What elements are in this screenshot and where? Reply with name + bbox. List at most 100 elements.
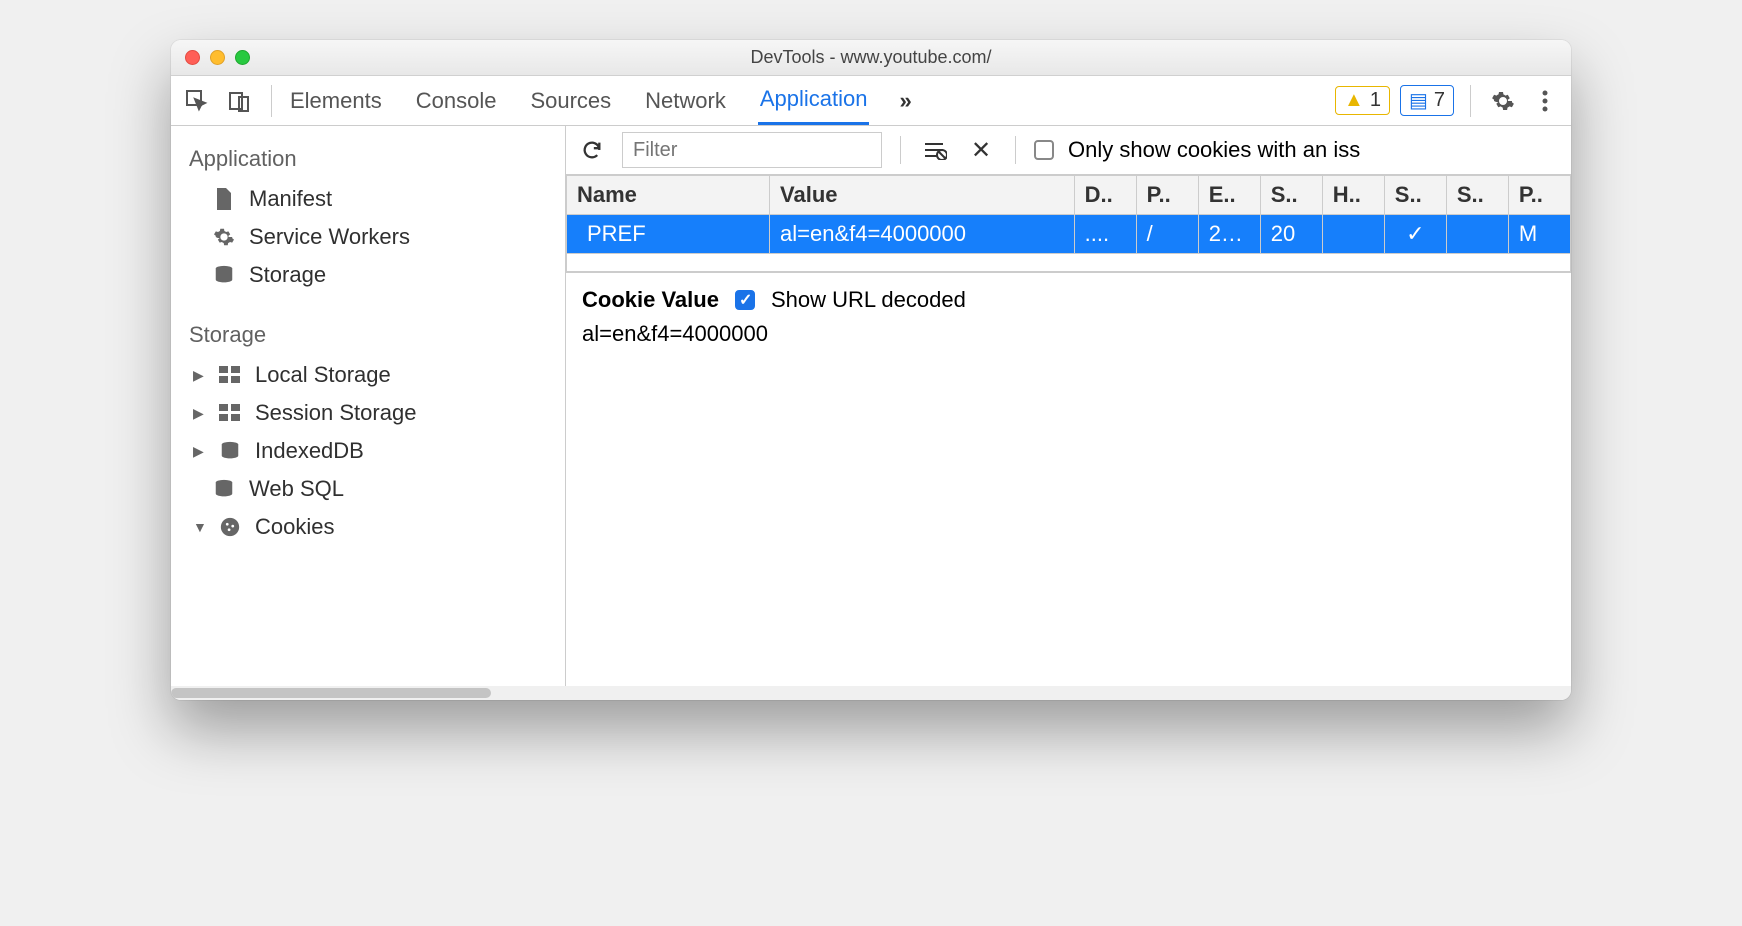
separator	[271, 85, 272, 117]
table-icon	[217, 404, 243, 422]
devtools-window: DevTools - www.youtube.com/ Elements Con…	[171, 40, 1571, 700]
sidebar-item-label: Storage	[249, 262, 326, 288]
only-issues-checkbox[interactable]	[1034, 140, 1054, 160]
separator	[900, 136, 901, 164]
horizontal-scrollbar[interactable]	[171, 686, 1571, 700]
sidebar-item-label: Cookies	[255, 514, 334, 540]
tab-elements[interactable]: Elements	[288, 78, 384, 124]
sidebar-item-cookies[interactable]: ▼ Cookies	[171, 508, 565, 546]
warning-icon: ▲	[1344, 89, 1364, 112]
sidebar-item-label: Local Storage	[255, 362, 391, 388]
cell-path: /	[1136, 215, 1198, 254]
clear-all-button[interactable]	[919, 134, 951, 166]
tab-console[interactable]: Console	[414, 78, 499, 124]
col-path[interactable]: P..	[1136, 176, 1198, 215]
table-row-empty	[567, 254, 1571, 272]
cookie-toolbar: ✕ Only show cookies with an iss	[566, 126, 1571, 175]
separator	[1470, 85, 1471, 117]
cell-value: al=en&f4=4000000	[770, 215, 1075, 254]
col-priority[interactable]: P..	[1508, 176, 1570, 215]
col-httponly[interactable]: H..	[1322, 176, 1384, 215]
url-decode-label: Show URL decoded	[771, 287, 966, 313]
cookie-value-text: al=en&f4=4000000	[582, 321, 1555, 347]
database-icon	[211, 264, 237, 286]
cookies-table: Name Value D.. P.. E.. S.. H.. S.. S.. P…	[566, 175, 1571, 273]
chevron-right-icon: ▶	[193, 367, 205, 384]
message-count: 7	[1434, 89, 1445, 112]
sidebar-item-websql[interactable]: Web SQL	[171, 470, 565, 508]
warnings-badge[interactable]: ▲ 1	[1335, 86, 1390, 115]
scrollbar-thumb[interactable]	[171, 688, 491, 698]
sidebar-section-application: Application	[171, 138, 565, 180]
delete-button[interactable]: ✕	[965, 134, 997, 166]
warning-count: 1	[1370, 89, 1381, 112]
chevron-right-icon: ▶	[193, 443, 205, 460]
cell-name: PREF	[567, 215, 770, 254]
refresh-button[interactable]	[576, 134, 608, 166]
sidebar-item-indexeddb[interactable]: ▶ IndexedDB	[171, 432, 565, 470]
sidebar-item-manifest[interactable]: Manifest	[171, 180, 565, 218]
application-sidebar: Application Manifest Service Workers Sto…	[171, 126, 566, 686]
table-icon	[217, 366, 243, 384]
col-domain[interactable]: D..	[1074, 176, 1136, 215]
filter-input[interactable]	[622, 132, 882, 168]
tab-application[interactable]: Application	[758, 76, 870, 125]
window-title: DevTools - www.youtube.com/	[750, 47, 991, 68]
messages-badge[interactable]: ▤ 7	[1400, 85, 1454, 116]
col-size[interactable]: S..	[1260, 176, 1322, 215]
traffic-lights	[185, 50, 250, 65]
col-secure[interactable]: S..	[1384, 176, 1446, 215]
cell-http	[1322, 215, 1384, 254]
sidebar-item-local-storage[interactable]: ▶ Local Storage	[171, 356, 565, 394]
sidebar-item-service-workers[interactable]: Service Workers	[171, 218, 565, 256]
message-icon: ▤	[1409, 88, 1428, 113]
col-expires[interactable]: E..	[1198, 176, 1260, 215]
cookie-icon	[217, 516, 243, 538]
fullscreen-window-button[interactable]	[235, 50, 250, 65]
tab-sources[interactable]: Sources	[528, 78, 613, 124]
sidebar-item-label: IndexedDB	[255, 438, 364, 464]
cookie-details: Cookie Value Show URL decoded al=en&f4=4…	[566, 273, 1571, 361]
cell-domain: ....	[1074, 215, 1136, 254]
main-panel: ✕ Only show cookies with an iss Name Val…	[566, 126, 1571, 686]
content-area: Application Manifest Service Workers Sto…	[171, 126, 1571, 686]
table-row[interactable]: PREF al=en&f4=4000000 .... / 2… 20 ✓ M	[567, 215, 1571, 254]
separator	[1015, 136, 1016, 164]
chevron-right-icon: ▶	[193, 405, 205, 422]
cell-expires: 2…	[1198, 215, 1260, 254]
minimize-window-button[interactable]	[210, 50, 225, 65]
col-name[interactable]: Name	[567, 176, 770, 215]
sidebar-item-label: Session Storage	[255, 400, 416, 426]
cell-priority: M	[1508, 215, 1570, 254]
main-toolbar: Elements Console Sources Network Applica…	[171, 76, 1571, 126]
sidebar-item-label: Manifest	[249, 186, 332, 212]
url-decode-checkbox[interactable]	[735, 290, 755, 310]
cell-size: 20	[1260, 215, 1322, 254]
sidebar-item-session-storage[interactable]: ▶ Session Storage	[171, 394, 565, 432]
tab-network[interactable]: Network	[643, 78, 728, 124]
col-value[interactable]: Value	[770, 176, 1075, 215]
database-icon	[211, 478, 237, 500]
more-options-icon[interactable]	[1529, 85, 1561, 117]
panel-tabs: Elements Console Sources Network Applica…	[288, 76, 1325, 125]
sidebar-item-label: Service Workers	[249, 224, 410, 250]
close-window-button[interactable]	[185, 50, 200, 65]
inspect-element-icon[interactable]	[181, 85, 213, 117]
sidebar-item-storage[interactable]: Storage	[171, 256, 565, 294]
more-tabs-button[interactable]: »	[899, 88, 911, 114]
table-header-row: Name Value D.. P.. E.. S.. H.. S.. S.. P…	[567, 176, 1571, 215]
titlebar: DevTools - www.youtube.com/	[171, 40, 1571, 76]
database-icon	[217, 440, 243, 462]
cell-samesite	[1446, 215, 1508, 254]
sidebar-item-label: Web SQL	[249, 476, 344, 502]
gear-icon	[211, 226, 237, 248]
chevron-down-icon: ▼	[193, 519, 205, 535]
cell-secure: ✓	[1384, 215, 1446, 254]
only-issues-label: Only show cookies with an iss	[1068, 137, 1360, 163]
settings-icon[interactable]	[1487, 85, 1519, 117]
device-toggle-icon[interactable]	[223, 85, 255, 117]
cookie-value-label: Cookie Value	[582, 287, 719, 313]
sidebar-section-storage: Storage	[171, 314, 565, 356]
col-samesite[interactable]: S..	[1446, 176, 1508, 215]
document-icon	[211, 187, 237, 211]
